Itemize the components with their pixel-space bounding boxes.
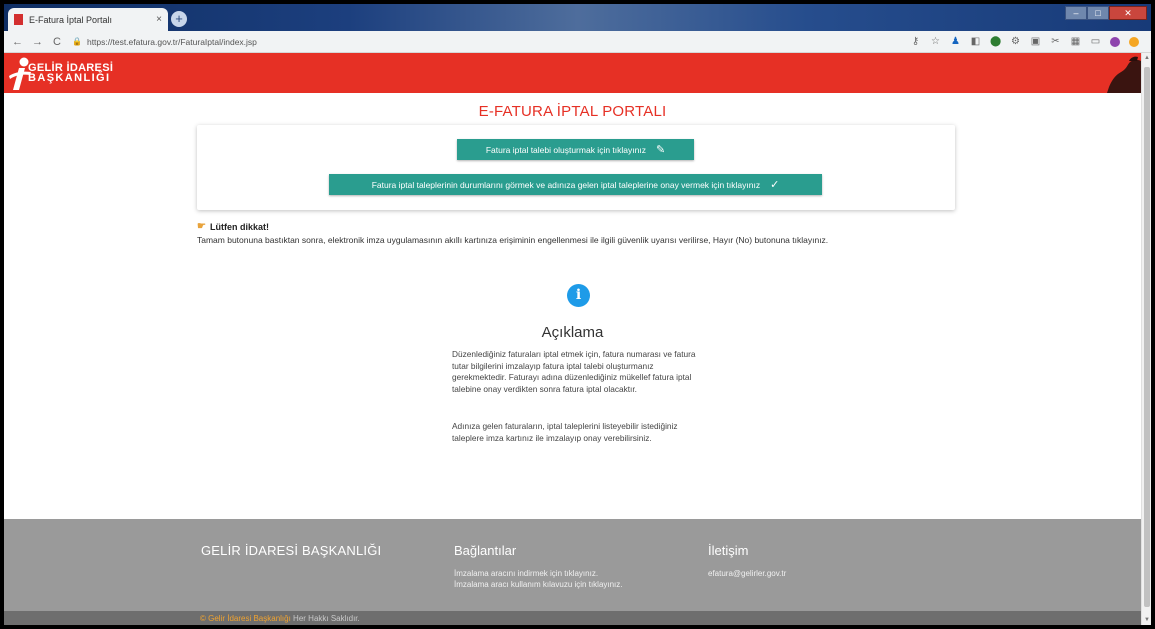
reload-icon[interactable]: C bbox=[52, 36, 62, 48]
notice-heading: ☛ Lütfen dikkat! bbox=[197, 221, 269, 232]
logo-line-2: BAŞKANLIĞI bbox=[28, 72, 111, 84]
new-tab-button[interactable]: + bbox=[171, 11, 187, 27]
star-icon[interactable]: ☆ bbox=[930, 36, 941, 47]
copyright-org: © Gelir İdaresi Başkanlığı bbox=[200, 614, 291, 623]
extension-purple-icon[interactable] bbox=[1110, 36, 1120, 47]
window-controls: – □ ✕ bbox=[1065, 6, 1147, 20]
footer-contact-column: İletişim efatura@gelirler.gov.tr bbox=[708, 543, 786, 579]
tab-title: E-Fatura İptal Portalı bbox=[29, 14, 113, 25]
extension-orange-icon[interactable] bbox=[1129, 36, 1139, 47]
footer-contact-title: İletişim bbox=[708, 543, 749, 558]
signing-tool-guide-link[interactable]: İmzalama aracı kullanım kılavuzu için tı… bbox=[454, 579, 623, 590]
tab-close-icon[interactable]: × bbox=[156, 14, 162, 25]
download-signing-tool-link[interactable]: İmzalama aracını indirmek için tıklayını… bbox=[454, 568, 623, 579]
view-requests-status-button[interactable]: Fatura iptal taleplerinin durumlarını gö… bbox=[329, 174, 822, 195]
scroll-down-icon[interactable]: ▼ bbox=[1144, 617, 1150, 623]
notice-text: Tamam butonuna bastıktan sonra, elektron… bbox=[197, 235, 829, 245]
scroll-thumb[interactable] bbox=[1144, 67, 1150, 607]
footer-org-name: GELİR İDARESİ BAŞKANLIĞI bbox=[201, 543, 382, 558]
logo-text[interactable]: GELİR İDARESİ BAŞKANLIĞI bbox=[28, 63, 113, 84]
contact-email-link[interactable]: efatura@gelirler.gov.tr bbox=[708, 568, 786, 579]
extension-new-icon[interactable]: ⬤ bbox=[990, 36, 1001, 47]
profile-extension-icon[interactable]: ♟ bbox=[950, 36, 961, 47]
info-paragraph-1: Düzenlediğiniz faturaları iptal etmek iç… bbox=[452, 349, 696, 395]
footer-bottom-bar: © Gelir İdaresi Başkanlığı Her Hakkı Sak… bbox=[4, 611, 1141, 625]
url-input[interactable]: https://test.efatura.gov.tr/FaturaIptal/… bbox=[87, 37, 910, 47]
create-button-label: Fatura iptal talebi oluşturmak için tıkl… bbox=[485, 144, 646, 155]
notice-title-text: Lütfen dikkat! bbox=[209, 221, 269, 232]
extension-box-icon[interactable]: ▣ bbox=[1030, 36, 1041, 47]
extension-tools-icon[interactable]: ✂ bbox=[1050, 36, 1061, 47]
close-window-button[interactable]: ✕ bbox=[1109, 6, 1147, 20]
key-icon[interactable]: ⚷ bbox=[910, 36, 921, 47]
forward-icon[interactable]: → bbox=[32, 36, 43, 48]
lock-icon[interactable]: 🔒 bbox=[72, 37, 82, 46]
extension-grid-icon[interactable]: ▦ bbox=[1070, 36, 1081, 47]
browser-tab[interactable]: E-Fatura İptal Portalı × bbox=[8, 8, 168, 31]
site-header: GELİR İDARESİ BAŞKANLIĞI bbox=[4, 53, 1141, 93]
back-icon[interactable]: ← bbox=[12, 36, 23, 48]
address-bar: ← → C 🔒 https://test.efatura.gov.tr/Fatu… bbox=[4, 31, 1151, 53]
footer-copyright: © Gelir İdaresi Başkanlığı Her Hakkı Sak… bbox=[200, 614, 360, 623]
ataturk-silhouette-icon bbox=[1107, 56, 1141, 93]
extension-window-icon[interactable]: ▭ bbox=[1090, 36, 1101, 47]
status-button-label: Fatura iptal taleplerinin durumlarını gö… bbox=[371, 179, 761, 190]
check-icon: ✓ bbox=[770, 179, 780, 191]
page-scrollbar[interactable]: ▲ ▼ bbox=[1141, 53, 1151, 625]
create-cancel-request-button[interactable]: Fatura iptal talebi oluşturmak için tıkl… bbox=[457, 139, 694, 160]
browser-window: E-Fatura İptal Portalı × + – □ ✕ ← → C 🔒… bbox=[4, 4, 1151, 625]
pointing-hand-icon: ☛ bbox=[197, 221, 206, 232]
copyright-rights: Her Hakkı Saklıdır. bbox=[290, 614, 360, 623]
extension-icon[interactable]: ◧ bbox=[970, 36, 981, 47]
favicon-icon bbox=[14, 14, 23, 25]
site-footer: GELİR İDARESİ BAŞKANLIĞI Bağlantılar İmz… bbox=[4, 519, 1141, 611]
info-paragraph-2: Adınıza gelen faturaların, iptal taleple… bbox=[452, 421, 678, 443]
info-title: Açıklama bbox=[541, 324, 604, 341]
extension-toolbar: ⚷ ☆ ♟ ◧ ⬤ ⚙ ▣ ✂ ▦ ▭ bbox=[910, 36, 1139, 47]
info-icon: i bbox=[567, 284, 590, 307]
footer-links-column: Bağlantılar İmzalama aracını indirmek iç… bbox=[454, 543, 623, 590]
extension-gear-icon[interactable]: ⚙ bbox=[1010, 36, 1021, 47]
scroll-up-icon[interactable]: ▲ bbox=[1144, 55, 1150, 61]
action-card: Fatura iptal talebi oluşturmak için tıkl… bbox=[197, 125, 955, 210]
minimize-button[interactable]: – bbox=[1065, 6, 1087, 20]
pencil-icon: ✎ bbox=[655, 144, 666, 156]
footer-links-title: Bağlantılar bbox=[454, 543, 517, 558]
page-title: E-FATURA İPTAL PORTALI bbox=[478, 103, 667, 120]
title-bar: E-Fatura İptal Portalı × + – □ ✕ bbox=[4, 4, 1151, 31]
maximize-button[interactable]: □ bbox=[1087, 6, 1109, 20]
